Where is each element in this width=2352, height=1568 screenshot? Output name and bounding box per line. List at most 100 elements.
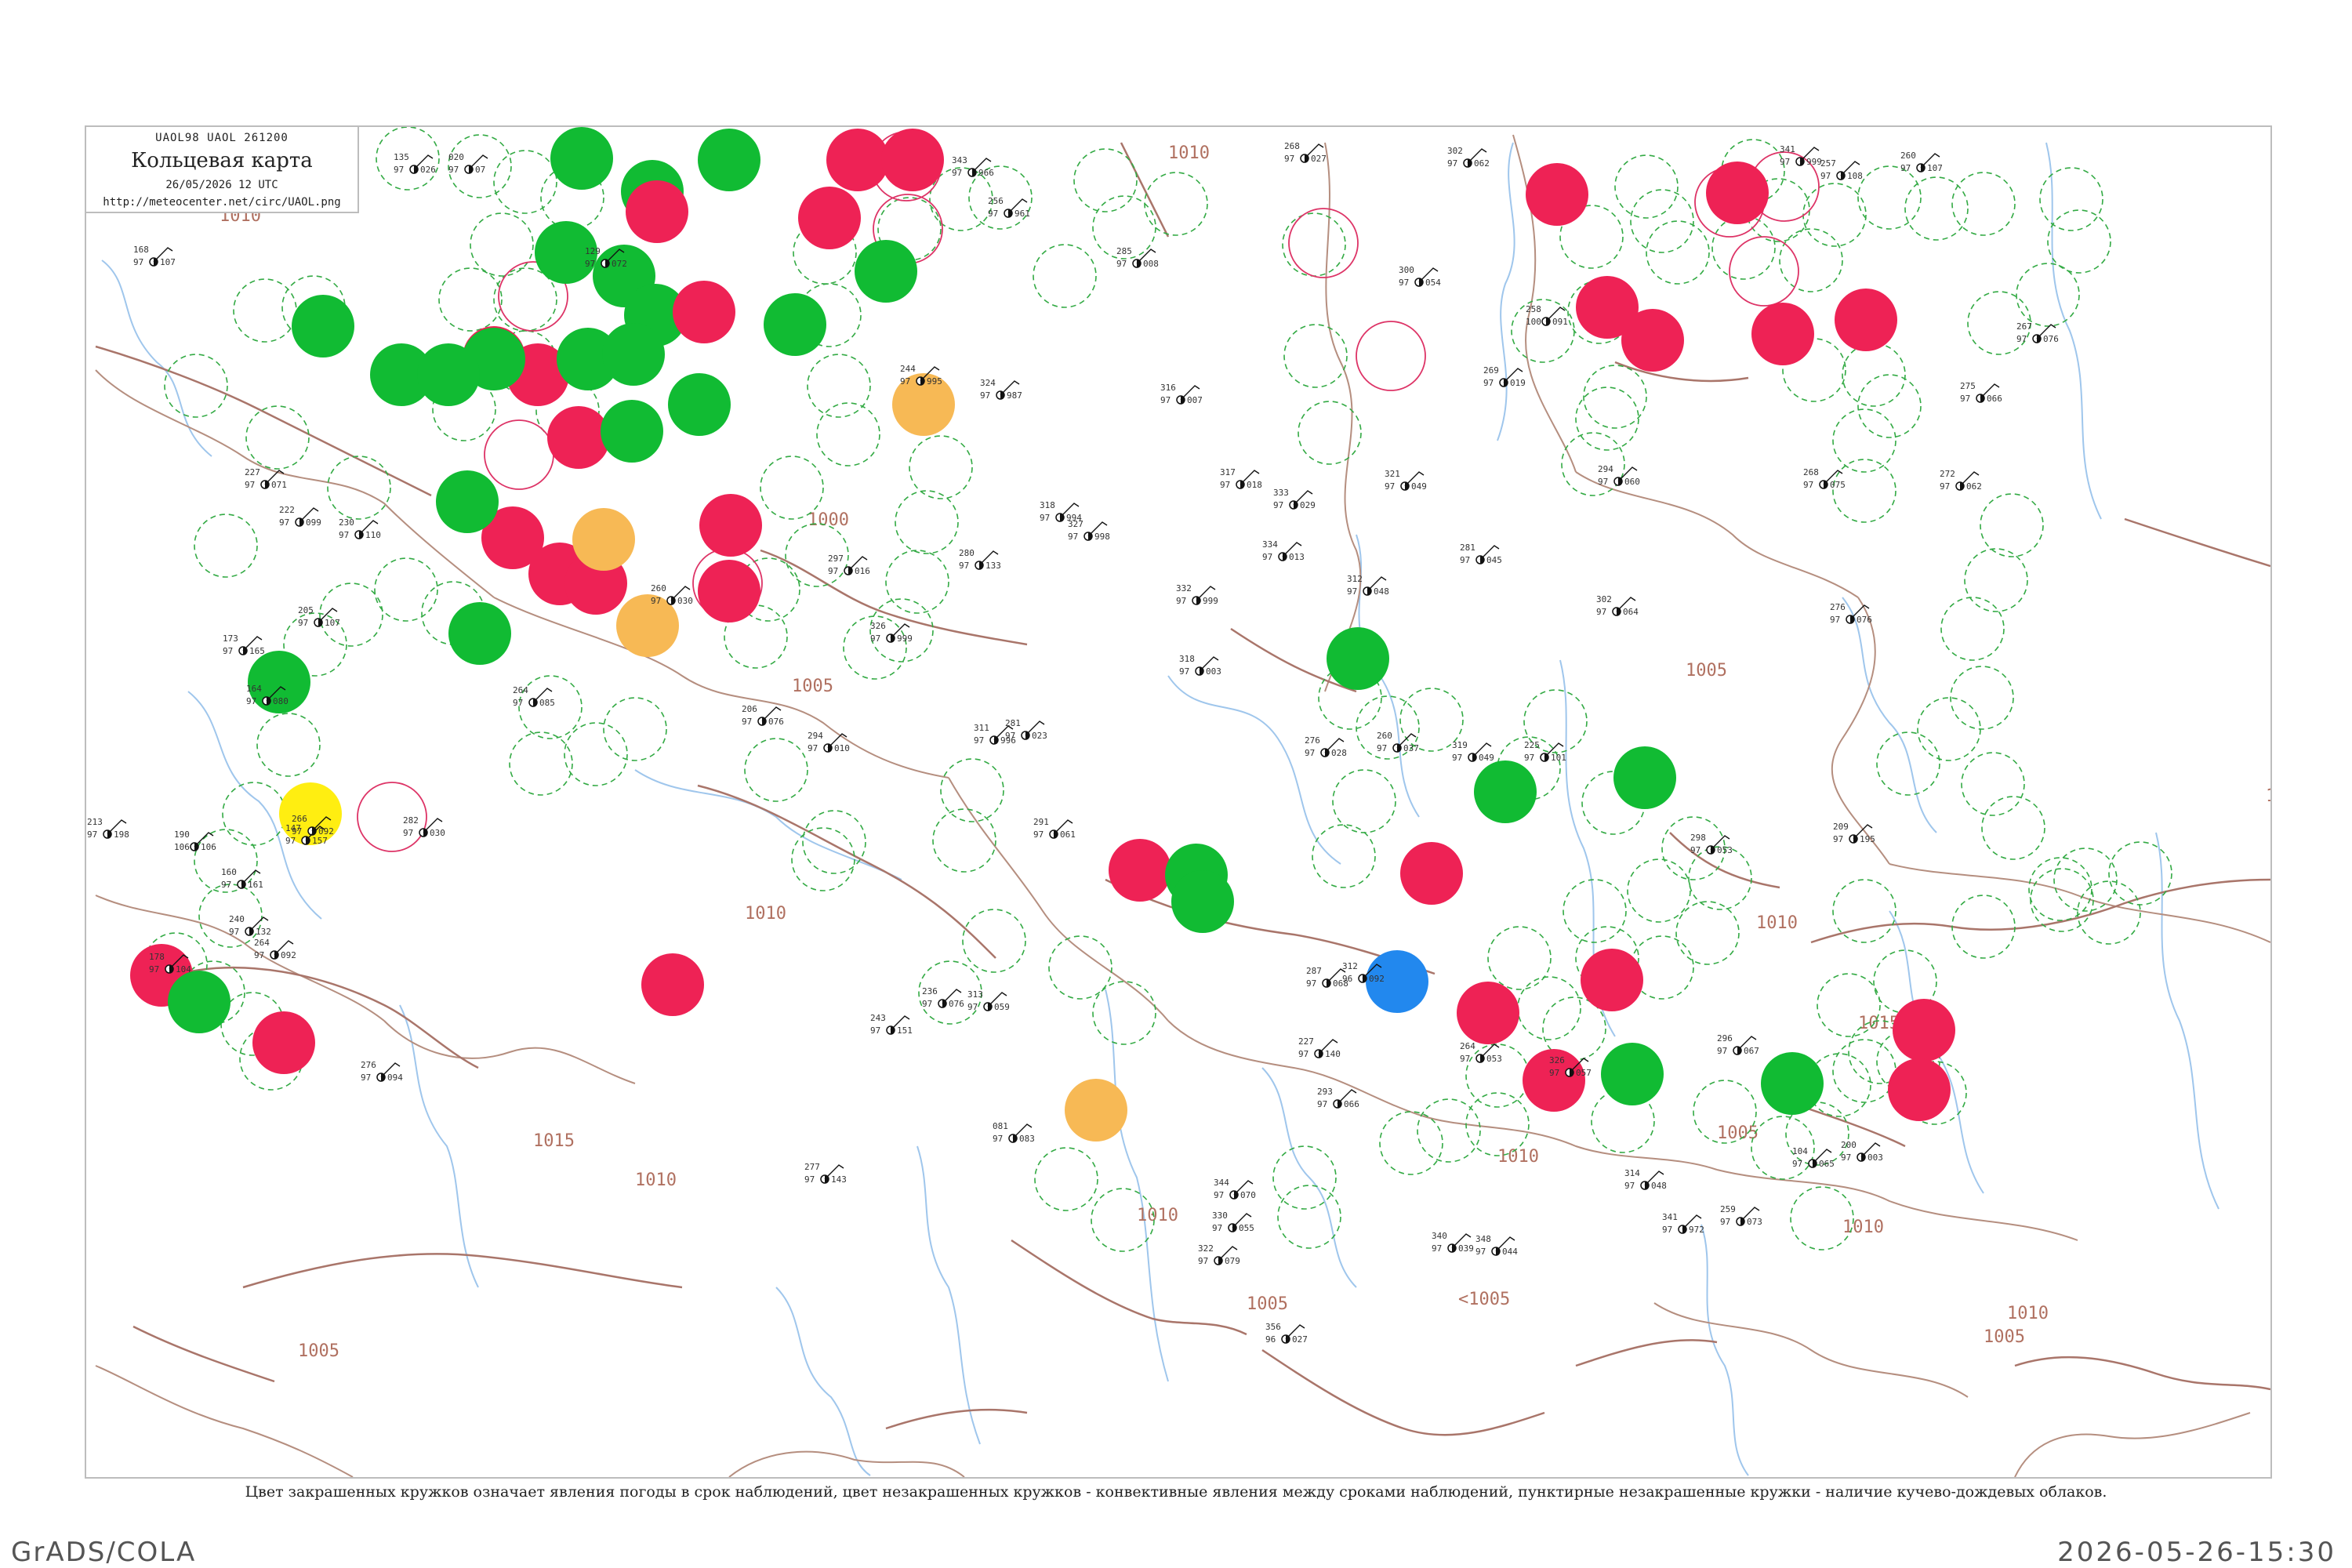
- station-plot[interactable]: 343 97 966: [952, 155, 994, 178]
- station-plot[interactable]: 258 100 091: [1526, 304, 1568, 327]
- station-plot[interactable]: 314 97 048: [1624, 1168, 1667, 1191]
- station-plot[interactable]: 302 97 062: [1447, 146, 1490, 169]
- station-plot[interactable]: 264 97 092: [254, 938, 296, 960]
- weather-circle-red[interactable]: [1751, 303, 1814, 365]
- weather-circle-red[interactable]: [1109, 839, 1171, 902]
- station-plot[interactable]: 280 97 133: [959, 548, 1001, 571]
- station-plot[interactable]: 348 97 044: [1475, 1234, 1518, 1257]
- station-plot[interactable]: 081 97 083: [993, 1121, 1035, 1144]
- weather-circle-red[interactable]: [1621, 309, 1684, 372]
- station-plot[interactable]: 326 97 999: [870, 621, 913, 644]
- weather-circle-green[interactable]: [1171, 870, 1234, 933]
- weather-circle-green[interactable]: [1761, 1052, 1824, 1115]
- weather-circle-green[interactable]: [602, 323, 665, 386]
- weather-circle-red[interactable]: [1706, 162, 1769, 224]
- weather-circle-green[interactable]: [417, 343, 480, 406]
- weather-circle-green[interactable]: [1474, 760, 1537, 823]
- station-plot[interactable]: 318 97 003: [1179, 654, 1221, 677]
- weather-circle-red[interactable]: [641, 953, 704, 1016]
- station-plot[interactable]: 333 97 029: [1273, 488, 1316, 510]
- station-plot[interactable]: 230 97 110: [339, 517, 381, 540]
- weather-circle-green[interactable]: [764, 293, 826, 356]
- station-plot[interactable]: 213 97 198: [87, 817, 129, 840]
- weather-circle-green[interactable]: [168, 971, 230, 1033]
- station-plot[interactable]: 312 97 048: [1347, 574, 1389, 597]
- weather-circle-red[interactable]: [547, 406, 610, 469]
- station-plot[interactable]: 291 97 061: [1033, 817, 1076, 840]
- station-plot[interactable]: 190 106 106: [174, 829, 216, 852]
- station-plot[interactable]: 281 97 045: [1460, 543, 1502, 565]
- weather-circle-red[interactable]: [881, 129, 944, 191]
- station-plot[interactable]: 332 97 999: [1176, 583, 1218, 606]
- station-plot[interactable]: 356 96 027: [1265, 1322, 1308, 1345]
- weather-circle-green[interactable]: [448, 602, 511, 665]
- station-plot[interactable]: 300 97 054: [1399, 265, 1441, 288]
- weather-circle-red[interactable]: [1457, 982, 1519, 1044]
- station-plot[interactable]: 256 97 961: [988, 196, 1030, 219]
- weather-circle-green[interactable]: [1601, 1043, 1664, 1105]
- station-plot[interactable]: 327 97 998: [1068, 519, 1110, 542]
- station-plot[interactable]: 268 97 075: [1803, 467, 1846, 490]
- station-plot[interactable]: 222 97 099: [279, 505, 321, 528]
- station-plot[interactable]: 330 97 055: [1212, 1210, 1254, 1233]
- weather-circle-red[interactable]: [1888, 1058, 1951, 1121]
- station-plot[interactable]: 277 97 143: [804, 1162, 847, 1185]
- station-plot[interactable]: 236 97 076: [922, 986, 964, 1009]
- weather-circle-green[interactable]: [436, 470, 499, 533]
- weather-circle-green[interactable]: [292, 295, 354, 358]
- weather-circle-green[interactable]: [550, 127, 613, 190]
- station-plot[interactable]: 227 97 071: [245, 467, 287, 490]
- station-plot[interactable]: 276 97 094: [361, 1060, 403, 1083]
- station-plot[interactable]: 160 97 161: [221, 867, 263, 890]
- station-plot[interactable]: 276 97 076: [1830, 602, 1872, 625]
- station-plot[interactable]: 135 97 026: [394, 152, 436, 175]
- station-plot[interactable]: 260 97 107: [1900, 151, 1943, 173]
- weather-circle-red[interactable]: [626, 180, 688, 243]
- weather-circle-red[interactable]: [252, 1011, 315, 1074]
- station-plot[interactable]: 282 97 030: [403, 815, 445, 838]
- station-plot[interactable]: 243 97 151: [870, 1013, 913, 1036]
- station-plot[interactable]: 264 97 085: [513, 685, 555, 708]
- weather-circle-red[interactable]: [698, 560, 760, 622]
- station-plot[interactable]: 276 97 028: [1305, 735, 1347, 758]
- station-plot[interactable]: 324 97 987: [980, 378, 1022, 401]
- station-plot[interactable]: 302 97 064: [1596, 594, 1639, 617]
- station-plot[interactable]: 297 97 016: [828, 554, 870, 576]
- station-plot[interactable]: 173 97 165: [223, 633, 265, 656]
- station-plot[interactable]: 317 97 018: [1220, 467, 1262, 490]
- weather-circle-red[interactable]: [1400, 842, 1463, 905]
- station-plot[interactable]: 294 97 060: [1598, 464, 1640, 487]
- station-plot[interactable]: 205 97 107: [298, 605, 340, 628]
- weather-circle-green[interactable]: [668, 373, 731, 436]
- station-plot[interactable]: 281 97 023: [1005, 718, 1047, 741]
- station-plot[interactable]: 200 97 003: [1841, 1140, 1883, 1163]
- station-plot[interactable]: 319 97 049: [1452, 740, 1494, 763]
- station-plot[interactable]: 294 97 010: [808, 731, 850, 753]
- station-plot[interactable]: 321 97 049: [1385, 469, 1427, 492]
- station-plot[interactable]: 322 97 079: [1198, 1243, 1240, 1266]
- weather-circle-green[interactable]: [601, 400, 663, 463]
- weather-circle-red[interactable]: [798, 187, 861, 249]
- station-plot[interactable]: 275 97 066: [1960, 381, 2002, 404]
- weather-circle-red[interactable]: [1835, 289, 1897, 351]
- station-plot[interactable]: 240 97 132: [229, 914, 271, 937]
- weather-circle-green[interactable]: [855, 240, 917, 303]
- weather-circle-red[interactable]: [699, 494, 762, 557]
- synoptic-map[interactable]: 1010101510051000101010051010101010151005…: [86, 127, 2270, 1477]
- station-plot[interactable]: 313 97 059: [967, 989, 1010, 1012]
- station-plot[interactable]: 316 97 007: [1160, 383, 1203, 405]
- station-plot[interactable]: 020 97 07: [448, 152, 488, 175]
- station-plot[interactable]: 293 97 066: [1317, 1087, 1359, 1109]
- station-plot[interactable]: 285 97 008: [1116, 246, 1159, 269]
- weather-circle-green[interactable]: [1613, 746, 1676, 809]
- weather-circle-red[interactable]: [1581, 949, 1643, 1011]
- weather-circle-orange[interactable]: [572, 508, 635, 571]
- station-plot[interactable]: 344 97 070: [1214, 1178, 1256, 1200]
- station-plot[interactable]: 259 97 073: [1720, 1204, 1762, 1227]
- station-plot[interactable]: 298 97 053: [1690, 833, 1733, 855]
- station-plot[interactable]: 296 97 067: [1717, 1033, 1759, 1056]
- weather-circle-red[interactable]: [673, 281, 735, 343]
- station-plot[interactable]: 341 97 972: [1662, 1212, 1704, 1235]
- station-plot[interactable]: 227 97 140: [1298, 1036, 1341, 1059]
- station-plot[interactable]: 268 97 027: [1284, 141, 1327, 164]
